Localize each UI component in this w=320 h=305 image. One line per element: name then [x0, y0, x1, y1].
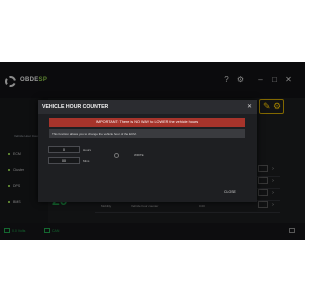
dialog-header: VEHICLE HOUR COUNTER ✕: [38, 100, 257, 114]
warning-banner: IMPORTANT: There is NO WAY to LOWER the …: [49, 118, 245, 127]
vehicle-hour-counter-dialog: VEHICLE HOUR COUNTER ✕ IMPORTANT: There …: [38, 100, 257, 202]
hours-input[interactable]: 0: [48, 146, 80, 153]
info-banner: This function allows you to change the v…: [49, 129, 245, 138]
warning-text: IMPORTANT: There is NO WAY to LOWER the …: [95, 120, 199, 124]
write-label: WRITE: [134, 153, 144, 157]
minutes-input[interactable]: 00: [48, 157, 80, 164]
close-button[interactable]: CLOSE: [224, 190, 236, 194]
minutes-value: 00: [62, 159, 66, 163]
write-radio[interactable]: [114, 153, 119, 158]
hours-value: 0: [63, 148, 65, 152]
hours-unit-label: Hours: [83, 148, 92, 152]
close-icon[interactable]: ✕: [247, 103, 252, 110]
info-text: This function allows you to change the v…: [52, 131, 137, 136]
dialog-title: VEHICLE HOUR COUNTER: [42, 104, 109, 110]
minutes-unit-label: Mins: [83, 159, 90, 163]
